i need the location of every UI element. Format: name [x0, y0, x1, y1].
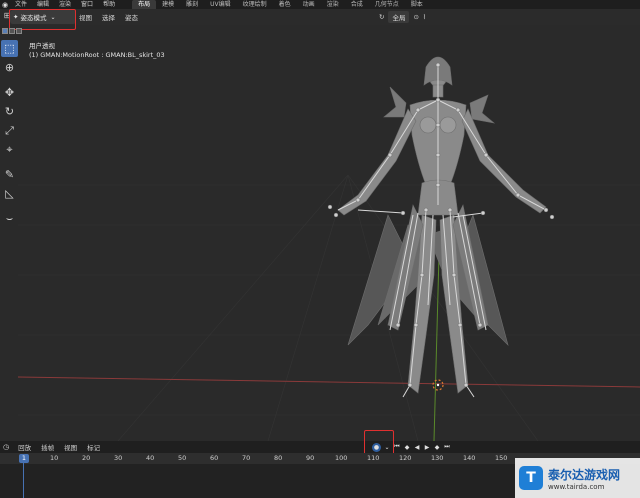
object-info: (1) GMAN:MotionRoot : GMAN:BL_skirt_03 [29, 51, 165, 59]
frame-tick: 140 [463, 454, 476, 462]
transform-icon[interactable]: ⌖ [1, 141, 18, 158]
play-icon[interactable]: ▶ [423, 443, 431, 451]
annotate-icon[interactable]: ✎ [1, 166, 18, 183]
y-axis-line [433, 254, 440, 441]
menu-timeline-view[interactable]: 视图 [59, 442, 82, 452]
select-mode-icon[interactable] [2, 27, 8, 34]
frame-tick: 30 [114, 454, 123, 462]
tool-shelf: ⬚ ⊕ ✥ ↻ ⤢ ⌖ ✎ ◺ ⌣ [1, 40, 18, 227]
watermark-title: 泰尔达游戏网 [548, 467, 621, 482]
frame-tick: 70 [242, 454, 251, 462]
timeline-header: ◷ 回放 插帧 视图 标记 ● ⌄ ⏮ ◆ ◀ ▶ ◆ ⏭ [0, 441, 640, 453]
transform-orientation: ↻ 全局 ⊙ ⌇ [379, 11, 426, 23]
rotate-icon[interactable]: ↻ [1, 103, 18, 120]
main-menu: 文件 编辑 渲染 窗口 帮助 [10, 0, 120, 9]
workspace-tabs: 布局 建模 雕刻 UV编辑 纹理绘制 着色 动画 渲染 合成 几何节点 脚本 [132, 0, 429, 9]
jump-start-icon[interactable]: ⏮ [393, 443, 401, 451]
pivot-icon[interactable]: ⊙ [413, 13, 418, 21]
frame-tick: 100 [335, 454, 348, 462]
viewport-info: 用户透视 (1) GMAN:MotionRoot : GMAN:BL_skirt… [29, 42, 165, 60]
menu-playback[interactable]: 回放 [13, 442, 36, 452]
cursor-icon[interactable]: ⊕ [1, 59, 18, 76]
tab-animation[interactable]: 动画 [297, 0, 321, 9]
tab-layout[interactable]: 布局 [132, 0, 157, 9]
tab-rendering[interactable]: 渲染 [321, 0, 345, 9]
blender-logo-icon[interactable]: ◉ [0, 1, 10, 9]
current-frame-indicator[interactable]: 1 [19, 454, 29, 463]
tab-texture-paint[interactable]: 纹理绘制 [237, 0, 273, 9]
tab-modeling[interactable]: 建模 [156, 0, 180, 9]
select-box-icon[interactable]: ⬚ [1, 40, 18, 57]
scale-icon[interactable]: ⤢ [1, 122, 18, 139]
play-reverse-icon[interactable]: ◀ [413, 443, 421, 451]
3d-cursor-icon [432, 379, 444, 391]
frame-tick: 150 [495, 454, 508, 462]
menu-window[interactable]: 窗口 [76, 0, 98, 9]
prev-keyframe-icon[interactable]: ◆ [403, 443, 411, 451]
frame-tick: 60 [210, 454, 219, 462]
menu-pose[interactable]: 姿态 [120, 12, 143, 22]
tab-uv-editing[interactable]: UV编辑 [204, 0, 237, 9]
x-axis-line [18, 376, 640, 388]
frame-tick: 90 [306, 454, 315, 462]
frame-tick: 50 [178, 454, 187, 462]
tab-shading[interactable]: 着色 [273, 0, 297, 9]
playhead-line[interactable] [23, 463, 24, 498]
orientation-icon: ↻ [379, 13, 385, 21]
frame-tick: 120 [399, 454, 412, 462]
jump-end-icon[interactable]: ⏭ [443, 443, 451, 451]
menu-edit[interactable]: 编辑 [32, 0, 54, 9]
relax-pose-icon[interactable]: ⌣ [1, 210, 18, 227]
frame-tick: 80 [274, 454, 283, 462]
menu-render[interactable]: 渲染 [54, 0, 76, 9]
frame-tick: 130 [431, 454, 444, 462]
frame-tick: 20 [82, 454, 91, 462]
snap-icon[interactable]: ⌇ [423, 13, 426, 21]
menu-file[interactable]: 文件 [10, 0, 32, 9]
watermark-logo: T [519, 466, 543, 490]
top-menu-bar: ◉ 文件 编辑 渲染 窗口 帮助 布局 建模 雕刻 UV编辑 纹理绘制 着色 动… [0, 0, 640, 9]
timeline-editor-icon[interactable]: ◷ [3, 443, 9, 451]
timeline-menu: 回放 插帧 视图 标记 [13, 442, 105, 452]
site-watermark: T 泰尔达游戏网 www.tairda.com [515, 458, 640, 498]
tab-geometry-nodes[interactable]: 几何节点 [369, 0, 405, 9]
select-extend-icon[interactable] [9, 27, 15, 34]
frame-tick: 10 [50, 454, 59, 462]
watermark-url: www.tairda.com [548, 482, 605, 491]
menu-marker[interactable]: 标记 [82, 442, 105, 452]
tab-sculpting[interactable]: 雕刻 [180, 0, 204, 9]
measure-icon[interactable]: ◺ [1, 185, 18, 202]
orientation-select[interactable]: 全局 [388, 11, 410, 23]
menu-select[interactable]: 选择 [97, 12, 120, 22]
viewport-header: ⊞ ✦ 姿态模式 ⌄ 视图 选择 姿态 ↻ 全局 ⊙ ⌇ [0, 9, 640, 25]
floor-grid [18, 174, 640, 441]
tab-compositing[interactable]: 合成 [345, 0, 369, 9]
menu-view[interactable]: 视图 [74, 12, 97, 22]
tab-scripting[interactable]: 脚本 [405, 0, 429, 9]
view-name: 用户透视 [29, 42, 55, 50]
frame-tick: 40 [146, 454, 155, 462]
move-icon[interactable]: ✥ [1, 84, 18, 101]
menu-help[interactable]: 帮助 [98, 0, 120, 9]
frame-tick: 110 [367, 454, 380, 462]
next-keyframe-icon[interactable]: ◆ [433, 443, 441, 451]
menu-keying[interactable]: 插帧 [36, 442, 59, 452]
3d-viewport[interactable] [18, 25, 640, 441]
viewport-menu: 视图 选择 姿态 [74, 9, 143, 25]
